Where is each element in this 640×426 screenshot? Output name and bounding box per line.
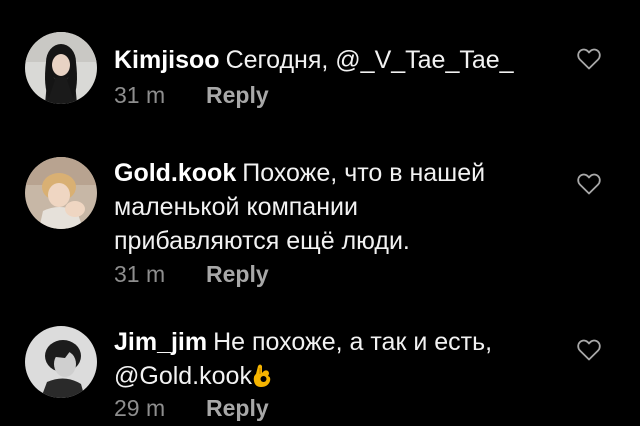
comment-time: 29 m [114, 395, 166, 421]
reply-button[interactable]: Reply [206, 394, 269, 422]
comment-time: 31 m [114, 261, 166, 287]
comment-text-block: Gold.kook Похоже, что в нашей маленькой к… [114, 156, 494, 258]
avatar[interactable] [25, 326, 97, 398]
comment-username[interactable]: Kimjisoo [114, 46, 220, 74]
avatar[interactable] [25, 157, 97, 229]
comment-text-block: Jim_jim Не похоже, а так и есть, @Gold.ko… [114, 325, 554, 393]
comment-meta: 29 m Reply [114, 394, 269, 422]
heart-outline-icon[interactable] [576, 338, 602, 362]
heart-outline-icon[interactable] [576, 172, 602, 196]
comment-username[interactable]: Gold.kook [114, 159, 236, 187]
comment-time: 31 m [114, 82, 166, 108]
comment-meta: 31 m Reply [114, 81, 269, 109]
comment-text: Сегодня, @_V_Tae_Tae_ [225, 46, 514, 74]
reply-button[interactable]: Reply [206, 260, 269, 288]
reply-button[interactable]: Reply [206, 81, 269, 109]
ok-hand-emoji-icon [252, 362, 274, 388]
comment-username[interactable]: Jim_jim [114, 328, 207, 356]
comment-meta: 31 m Reply [114, 260, 269, 288]
heart-outline-icon[interactable] [576, 47, 602, 71]
avatar[interactable] [25, 32, 97, 104]
comment-text-block: Kimjisoo Сегодня, @_V_Tae_Tae_ [114, 43, 554, 77]
